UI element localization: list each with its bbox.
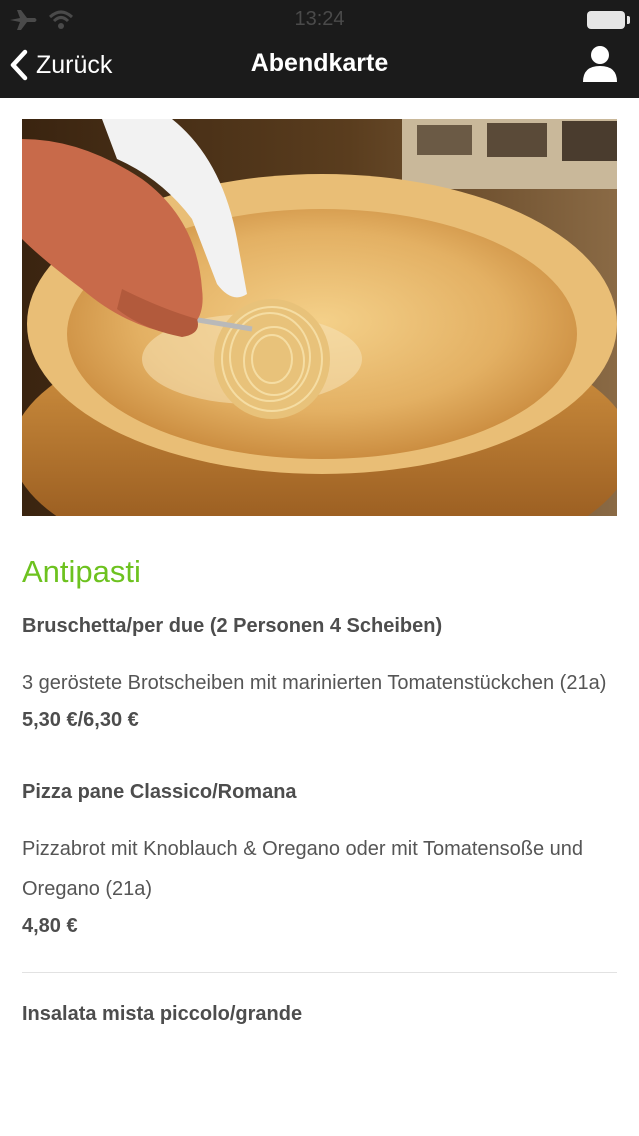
menu-item-name: Insalata mista piccolo/grande xyxy=(22,1003,303,1025)
menu-item[interactable]: Bruschetta/per due (2 Personen 4 Scheibe… xyxy=(22,611,617,735)
menu-item-name: Bruschetta/per due (2 Personen 4 Scheibe… xyxy=(22,615,443,637)
menu-item[interactable]: Pizza pane Classico/Romana Pizzabrot mit… xyxy=(22,777,617,941)
menu-item-description: 3 geröstete Brotscheiben mit marinierten… xyxy=(22,672,607,694)
battery-icon xyxy=(587,11,630,29)
divider xyxy=(22,972,617,973)
user-icon[interactable] xyxy=(581,44,619,84)
section-title: Antipasti xyxy=(22,554,141,589)
navigation-bar: 13:24 Zurück Abendkarte xyxy=(0,0,639,98)
status-bar: 13:24 xyxy=(0,0,639,40)
menu-item[interactable]: Insalata mista piccolo/grande xyxy=(22,999,617,1029)
menu-item-description: Pizzabrot mit Knoblauch & Oregano oder m… xyxy=(22,838,584,900)
menu-item-price: 5,30 €/6,30 € xyxy=(22,709,139,731)
menu-item-name: Pizza pane Classico/Romana xyxy=(22,781,297,803)
page-title: Abendkarte xyxy=(250,49,389,77)
menu-content: Antipasti Bruschetta/per due (2 Personen… xyxy=(22,548,617,1029)
hero-image xyxy=(22,119,617,516)
status-time: 13:24 xyxy=(294,8,345,30)
menu-item-price: 4,80 € xyxy=(22,915,78,937)
